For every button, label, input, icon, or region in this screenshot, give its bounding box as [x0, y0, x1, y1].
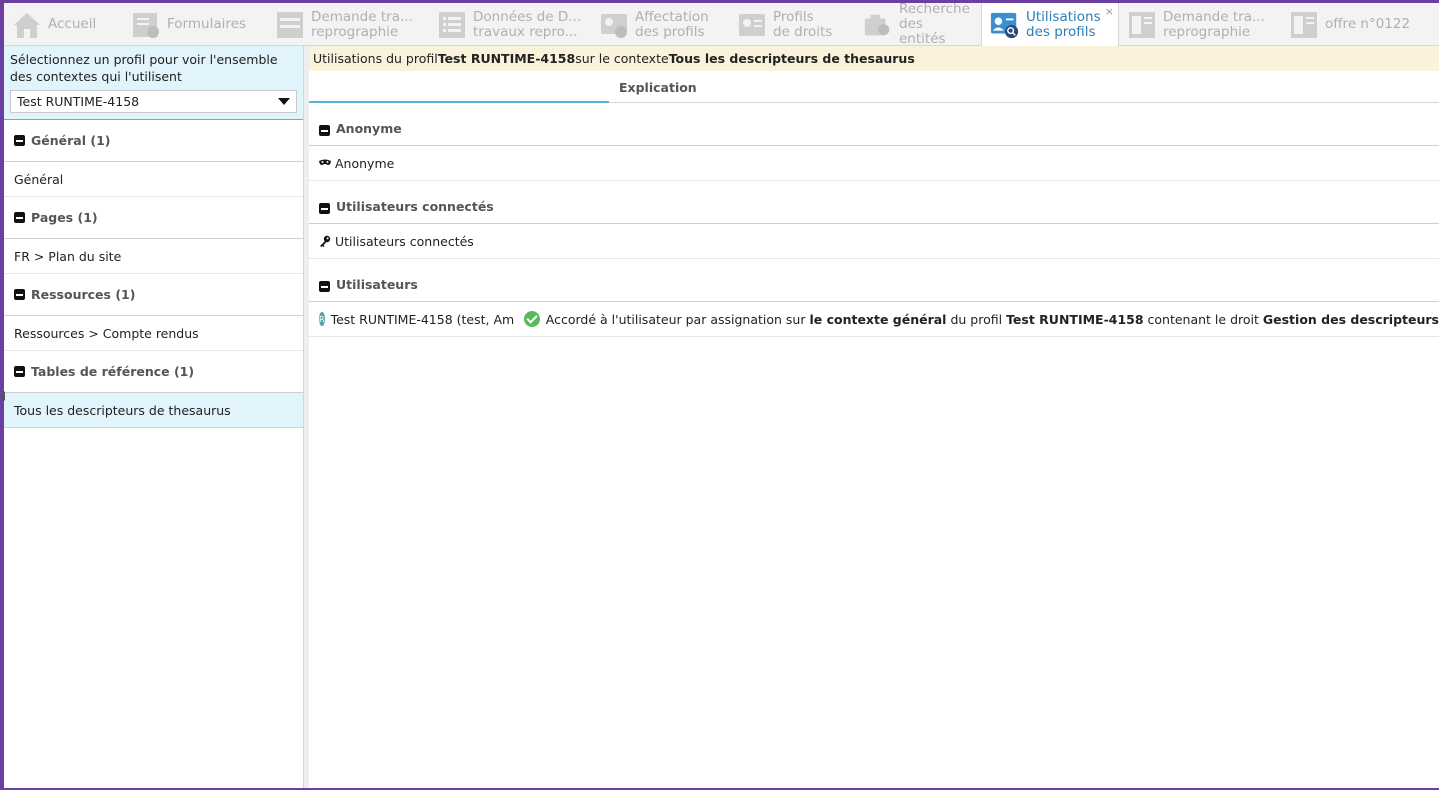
- collapse-icon[interactable]: [14, 366, 25, 377]
- tab-demande-reprographie-2[interactable]: Demande tra... reprographie: [1119, 3, 1281, 46]
- key-icon: [320, 235, 331, 247]
- tab-profils-droits[interactable]: Profils de droits: [729, 3, 855, 46]
- group-title: Anonyme: [336, 121, 402, 136]
- tab-accueil[interactable]: Accueil: [4, 3, 123, 46]
- context-item[interactable]: Ressources > Compte rendus: [4, 316, 303, 351]
- context-summary-prefix: Utilisations du profil: [313, 51, 438, 66]
- profile-assignment-icon: [599, 10, 629, 40]
- group-header-tables-reference[interactable]: Tables de référence (1): [4, 351, 303, 393]
- group-header-general[interactable]: Général (1): [4, 120, 303, 162]
- tab-offre[interactable]: offre n°0122: [1281, 3, 1421, 46]
- tab-label: Affectation des profils: [635, 8, 709, 40]
- collapse-icon[interactable]: [14, 135, 25, 146]
- tab-label: Accueil: [48, 16, 97, 32]
- group-title: Ressources (1): [31, 287, 136, 302]
- group-header-anonyme[interactable]: Anonyme: [309, 103, 1439, 146]
- tab-demande-reprographie[interactable]: Demande tra... reprographie: [267, 3, 429, 46]
- group-title: Pages (1): [31, 210, 98, 225]
- group-title: Utilisateurs connectés: [336, 199, 494, 214]
- tab-donnees-travaux[interactable]: Données de D... travaux repro...: [429, 3, 591, 46]
- context-summary-context: Tous les descripteurs de thesaurus: [668, 51, 915, 66]
- tab-label: Demande tra... reprographie: [311, 8, 413, 40]
- collapse-icon[interactable]: [319, 203, 330, 214]
- entity-search-icon: [863, 10, 893, 40]
- tab-label: offre n°0122: [1325, 16, 1411, 32]
- profile-selector-header: Sélectionnez un profil pour voir l'ensem…: [4, 46, 303, 120]
- context-summary-bar: Utilisations du profil Test RUNTIME-4158…: [309, 46, 1439, 71]
- tab-label: Recherche des entités: [899, 1, 970, 47]
- context-item[interactable]: Général: [4, 162, 303, 197]
- context-item[interactable]: FR > Plan du site: [4, 239, 303, 274]
- row-name: Test RUNTIME-4158 (test, Ametys Demo Use…: [330, 311, 514, 327]
- tab-affectation-profils[interactable]: Affectation des profils: [591, 3, 729, 46]
- form-request-icon: [275, 10, 305, 40]
- chevron-down-icon[interactable]: [278, 98, 290, 105]
- group-title: Général (1): [31, 133, 111, 148]
- context-summary-middle: sur le contexte: [575, 51, 669, 66]
- close-tab-icon[interactable]: ×: [1105, 6, 1114, 17]
- context-summary-profile: Test RUNTIME-4158: [437, 51, 576, 66]
- collapse-icon[interactable]: [14, 289, 25, 300]
- group-header-pages[interactable]: Pages (1): [4, 197, 303, 239]
- mask-icon: [319, 159, 331, 165]
- tab-recherche-entites[interactable]: Recherche des entités: [855, 1, 981, 47]
- group-title: Utilisateurs: [336, 277, 418, 292]
- collapse-icon[interactable]: [319, 125, 330, 136]
- collapse-icon[interactable]: [14, 212, 25, 223]
- grid-row-utilisateurs-connectes[interactable]: Utilisateurs connectés: [309, 224, 1439, 259]
- check-circle-icon: [523, 311, 540, 327]
- forms-icon: [131, 10, 161, 40]
- data-list-icon: [437, 10, 467, 40]
- tab-label: Profils de droits: [773, 8, 833, 40]
- collapse-icon[interactable]: [319, 281, 330, 292]
- profile-selector-hint: Sélectionnez un profil pour voir l'ensem…: [10, 52, 278, 84]
- group-title: Tables de référence (1): [31, 364, 195, 379]
- group-header-utilisateurs[interactable]: Utilisateurs: [309, 259, 1439, 302]
- profile-select-value: Test RUNTIME-4158: [17, 94, 140, 109]
- profile-select[interactable]: Test RUNTIME-4158: [10, 90, 297, 113]
- grid-column-header: Explication: [309, 71, 1439, 103]
- form-request-icon: [1127, 10, 1157, 40]
- grid-row-user[interactable]: R Test RUNTIME-4158 (test, Ametys Demo U…: [309, 302, 1439, 337]
- group-header-utilisateurs-connectes[interactable]: Utilisateurs connectés: [309, 181, 1439, 224]
- tab-formulaires[interactable]: Formulaires: [123, 3, 267, 46]
- tab-utilisations-profils[interactable]: Utilisations des profils ×: [981, 3, 1119, 47]
- grid-row-anonyme[interactable]: Anonyme: [309, 146, 1439, 181]
- row-name: Utilisateurs connectés: [335, 233, 474, 249]
- collapse-panel-arrow-icon[interactable]: [0, 391, 5, 401]
- column-header-name[interactable]: [309, 71, 609, 103]
- profile-usage-panel: Utilisations du profil Test RUNTIME-4158…: [309, 46, 1439, 788]
- rights-profile-icon: [737, 10, 767, 40]
- document-icon: [1289, 10, 1319, 40]
- profile-usage-icon: [990, 10, 1020, 40]
- row-name: Anonyme: [335, 155, 395, 171]
- group-header-ressources[interactable]: Ressources (1): [4, 274, 303, 316]
- tab-label: Utilisations des profils: [1026, 9, 1101, 40]
- tab-label: Données de D... travaux repro...: [473, 8, 582, 40]
- context-item-selected[interactable]: Tous les descripteurs de thesaurus: [4, 393, 303, 428]
- tab-label: Demande tra... reprographie: [1163, 8, 1265, 40]
- home-icon: [12, 10, 42, 40]
- tab-label: Formulaires: [167, 16, 246, 32]
- context-list-panel: Sélectionnez un profil pour voir l'ensem…: [4, 46, 304, 788]
- tab-bar: Accueil Formulaires Demande tra... repro…: [4, 1, 1439, 47]
- row-explication: Accordé à l'utilisateur par assignation …: [545, 311, 1439, 327]
- user-avatar: R: [319, 312, 325, 326]
- column-header-explication[interactable]: Explication: [609, 71, 697, 103]
